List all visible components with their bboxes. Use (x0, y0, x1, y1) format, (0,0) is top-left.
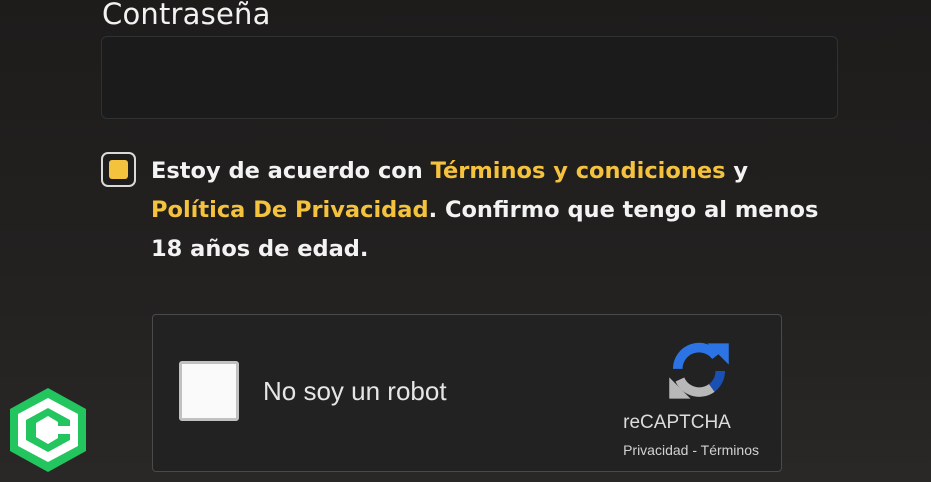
recaptcha-checkbox[interactable] (179, 361, 239, 421)
recaptcha-brand-label: reCAPTCHA (623, 412, 731, 433)
terms-text-and: y (725, 158, 749, 184)
checkbox-check-mark (109, 160, 128, 179)
recaptcha-link-separator: - (688, 442, 701, 458)
recaptcha-links: Privacidad - Términos (623, 441, 759, 459)
recaptcha-privacy-link[interactable]: Privacidad (623, 442, 688, 458)
recaptcha-label: No soy un robot (263, 376, 447, 406)
terms-and-conditions-link[interactable]: Términos y condiciones (431, 158, 726, 184)
recaptcha-terms-link[interactable]: Términos (701, 442, 759, 458)
password-label: Contraseña (102, 0, 271, 31)
terms-text-prefix: Estoy de acuerdo con (151, 158, 431, 184)
recaptcha-logo-icon (669, 342, 729, 399)
terms-agreement-text: Estoy de acuerdo con Términos y condicio… (151, 152, 831, 269)
terms-checkbox[interactable] (101, 152, 136, 187)
recaptcha-widget: No soy un robot reCAPTCHA Privacidad - T… (152, 314, 782, 472)
password-input[interactable] (101, 36, 838, 119)
c-hexagon-logo-icon (10, 388, 86, 472)
privacy-policy-link[interactable]: Política De Privacidad (151, 197, 429, 223)
